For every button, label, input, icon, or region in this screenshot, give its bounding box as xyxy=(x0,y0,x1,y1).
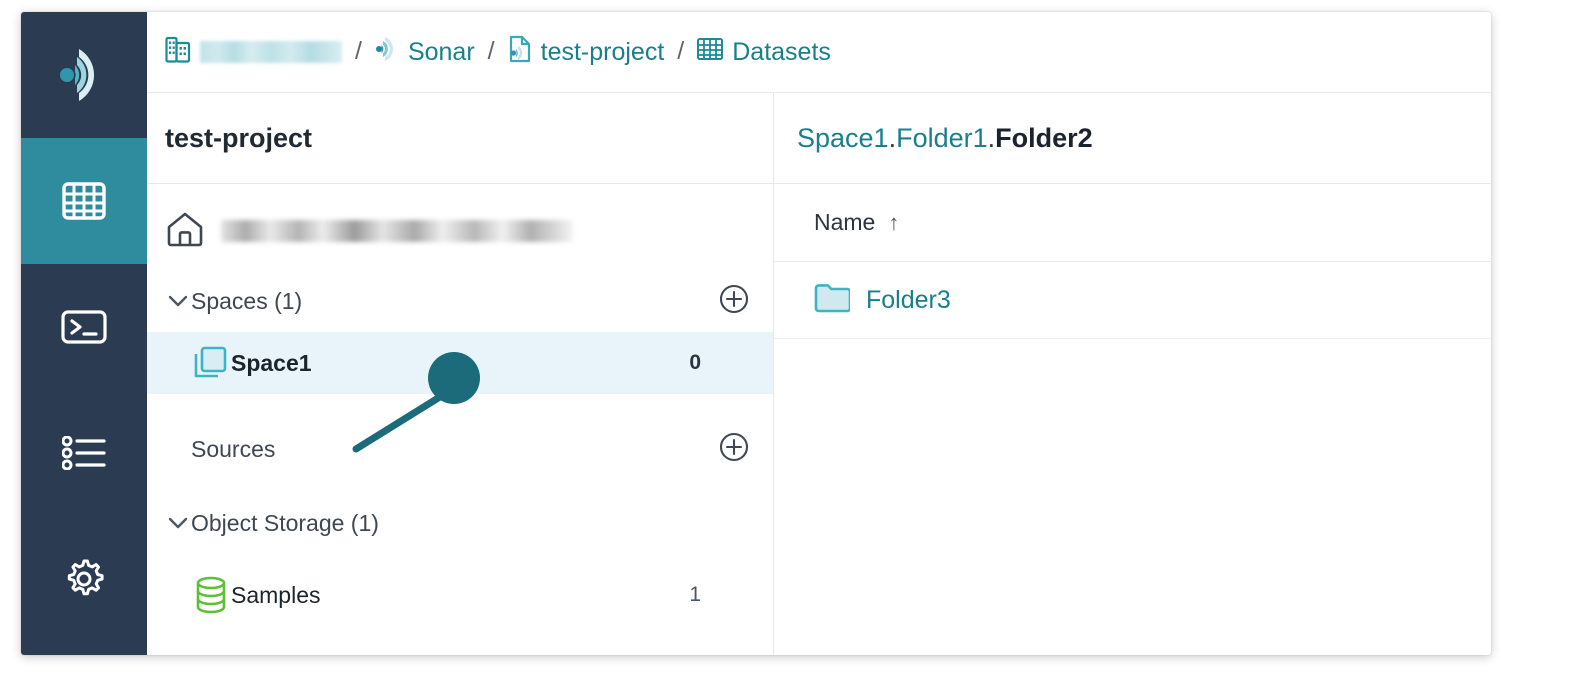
breadcrumb-organization-redacted-label xyxy=(200,41,342,63)
tree-section-sources-label: Sources xyxy=(191,436,275,463)
breadcrumb-item-project[interactable]: test-project xyxy=(508,35,665,70)
sonar-wave-icon xyxy=(375,36,399,69)
breadcrumb-separator: / xyxy=(355,37,362,66)
nav-item-settings[interactable] xyxy=(21,516,147,642)
table-row-name[interactable]: Folder3 xyxy=(866,286,951,315)
plus-circle-icon xyxy=(719,284,749,319)
tree-item-home[interactable] xyxy=(147,192,773,270)
column-header-name[interactable]: Name xyxy=(814,209,875,236)
content-path-row: Space1.Folder1.Folder2 xyxy=(774,93,1491,184)
dataset-path: Space1.Folder1.Folder2 xyxy=(797,123,1093,154)
application-window: / Sonar / xyxy=(21,12,1491,655)
breadcrumb-item-sonar[interactable]: Sonar xyxy=(375,36,475,69)
path-part-current-folder2: Folder2 xyxy=(995,123,1093,153)
folder-icon xyxy=(814,283,850,318)
nav-item-datasets[interactable] xyxy=(21,138,147,264)
breadcrumb-item-datasets[interactable]: Datasets xyxy=(697,37,831,68)
tree-item-samples-count: 1 xyxy=(689,583,749,607)
add-space-button[interactable] xyxy=(719,286,749,316)
project-tree-pane: test-project xyxy=(147,93,774,655)
tree-section-object-storage-label: Object Storage (1) xyxy=(191,510,379,537)
tree-item-samples[interactable]: Samples 1 xyxy=(147,564,773,626)
project-tree: Spaces (1) xyxy=(147,184,773,655)
list-icon xyxy=(62,436,106,470)
table-header: Name ↑ xyxy=(774,184,1491,262)
dataset-content-pane: Space1.Folder1.Folder2 Name ↑ Folder3 xyxy=(774,93,1491,655)
terminal-icon xyxy=(61,310,107,344)
nav-item-jobs[interactable] xyxy=(21,390,147,516)
grid-table-icon xyxy=(62,182,106,220)
sort-ascending-icon[interactable]: ↑ xyxy=(888,210,899,236)
nav-item-sql-runner[interactable] xyxy=(21,264,147,390)
path-separator: . xyxy=(889,123,897,153)
tree-section-spaces[interactable]: Spaces (1) xyxy=(147,270,773,332)
tree-item-space1[interactable]: Space1 0 xyxy=(147,332,773,394)
project-document-icon xyxy=(508,35,532,70)
tree-item-space1-count: 0 xyxy=(689,351,749,375)
tree-home-redacted-label xyxy=(221,220,573,242)
space-stacked-squares-icon xyxy=(191,346,231,380)
content-panes: test-project xyxy=(147,93,1491,655)
tree-section-sources[interactable]: Sources xyxy=(147,418,773,480)
breadcrumb-sonar-label: Sonar xyxy=(408,38,475,67)
gear-icon xyxy=(62,557,106,601)
page-title: test-project xyxy=(165,123,312,154)
chevron-down-icon[interactable] xyxy=(165,295,191,308)
tree-section-spaces-label: Spaces (1) xyxy=(191,288,302,315)
breadcrumb-project-label: test-project xyxy=(541,38,665,67)
tree-section-object-storage[interactable]: Object Storage (1) xyxy=(147,492,773,554)
tree-item-samples-label: Samples xyxy=(231,582,320,609)
table-row[interactable]: Folder3 xyxy=(774,262,1491,339)
plus-circle-icon xyxy=(719,432,749,467)
path-part-folder1[interactable]: Folder1 xyxy=(896,123,988,153)
organization-building-icon xyxy=(165,35,191,70)
project-title-row: test-project xyxy=(147,93,773,184)
chevron-down-icon[interactable] xyxy=(165,517,191,530)
breadcrumb-separator: / xyxy=(677,37,684,66)
left-nav-rail xyxy=(21,12,147,655)
sonar-logo-icon xyxy=(53,45,115,105)
home-icon xyxy=(165,210,205,253)
tree-item-space1-label: Space1 xyxy=(231,350,312,377)
breadcrumb-datasets-label: Datasets xyxy=(732,38,831,67)
nav-item-logo[interactable] xyxy=(21,12,147,138)
grid-table-icon xyxy=(697,37,723,68)
breadcrumb-item-organization[interactable] xyxy=(165,35,342,70)
main-area: / Sonar / xyxy=(147,12,1491,655)
add-source-button[interactable] xyxy=(719,434,749,464)
breadcrumb: / Sonar / xyxy=(147,12,1491,93)
database-cylinder-icon xyxy=(191,576,231,614)
breadcrumb-separator: / xyxy=(488,37,495,66)
path-part-space1[interactable]: Space1 xyxy=(797,123,889,153)
